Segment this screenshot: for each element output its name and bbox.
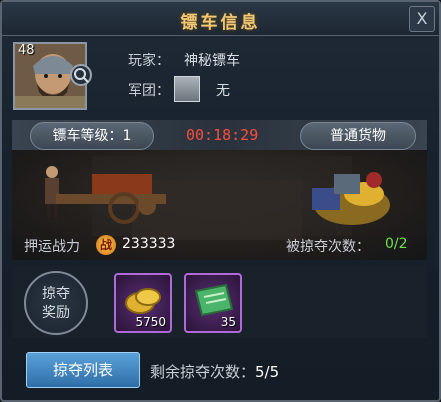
- cart-grade-label: 镖车等级：: [52, 128, 123, 144]
- remaining-plunders: 剩余掠夺次数：5/5: [150, 361, 279, 382]
- guild-label: 军团：: [128, 83, 170, 99]
- cart-grade-value: 1: [122, 128, 132, 144]
- remaining-label: 剩余掠夺次数：: [150, 363, 256, 381]
- book-count: 35: [220, 315, 236, 329]
- reward-item-book[interactable]: 35: [184, 273, 242, 333]
- robbed-count-label: 被掠夺次数：: [286, 239, 370, 255]
- guild-value: 无: [216, 83, 230, 99]
- guild-banner-icon: [174, 76, 200, 102]
- porter-icon: [45, 166, 59, 218]
- battle-power-icon: 战: [96, 235, 116, 255]
- player-name: 神秘镖车: [184, 53, 240, 69]
- title-bar: 镖车信息 X: [2, 2, 439, 36]
- robbed-count-value: 0/2: [385, 236, 408, 252]
- window-title: 镖车信息: [180, 13, 261, 33]
- plunder-reward-text: 掠夺奖励: [42, 286, 70, 321]
- plunder-reward-label: 掠夺奖励: [24, 271, 88, 335]
- escort-power-value: 233333: [122, 236, 176, 252]
- plunder-list-button[interactable]: 掠夺列表: [26, 352, 140, 388]
- coins-count: 5750: [135, 315, 166, 329]
- cargo-type-tag: 普通货物: [300, 122, 416, 150]
- close-button[interactable]: X: [409, 6, 435, 32]
- player-level: 48: [18, 43, 35, 58]
- escort-power-label: 押运战力: [24, 239, 80, 255]
- magnify-icon[interactable]: [70, 64, 92, 86]
- remaining-value: 5/5: [255, 363, 280, 381]
- player-name-label: 玩家：: [128, 53, 170, 69]
- escort-timer: 00:18:29: [186, 126, 259, 144]
- cart-grade-tag: 镖车等级：1: [30, 122, 154, 150]
- reward-item-coins[interactable]: 5750: [114, 273, 172, 333]
